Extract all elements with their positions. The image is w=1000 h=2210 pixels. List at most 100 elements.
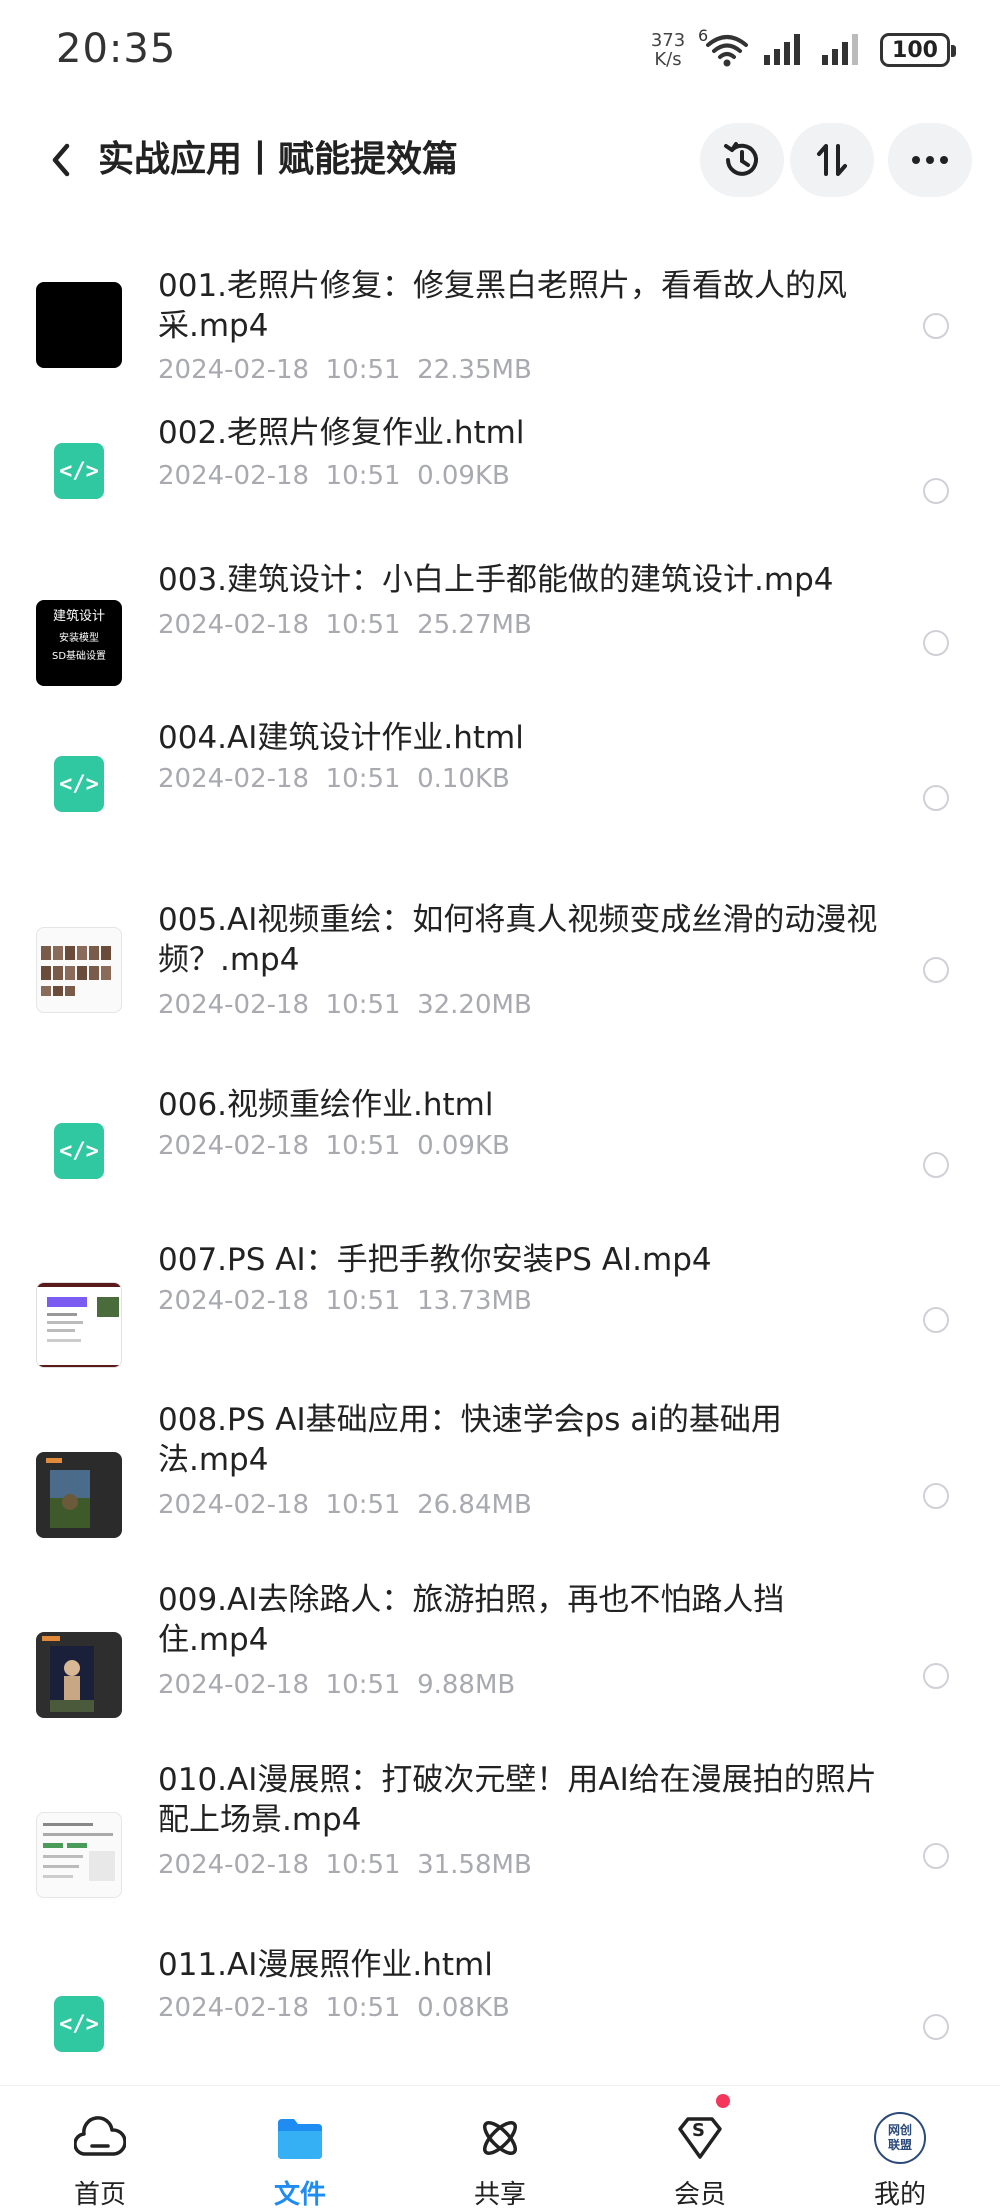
file-meta: 2024-02-18 10:51 0.08KB [158,1993,510,2023]
video-thumbnail [36,927,122,1013]
thumb-text-line: SD基础设置 [51,651,107,662]
status-time: 20:35 [56,26,177,72]
list-item[interactable]: </> 006.视频重绘作业.html 2024-02-18 10:51 0.0… [0,1085,1000,1235]
status-icons: 373 K/s 6 100 [646,26,956,72]
chevron-left-icon [52,143,70,177]
bottom-nav: 首页 文件 共享 S 会员 网创 联盟 我的 [0,2085,1000,2210]
file-meta: 2024-02-18 10:51 26.84MB [158,1490,532,1520]
file-name: 004.AI建筑设计作业.html [158,720,524,756]
file-name: 002.老照片修复作业.html [158,415,525,451]
html-file-icon: </> [54,1996,104,2052]
nav-label: 会员 [673,2180,726,2210]
back-button[interactable] [36,135,86,185]
select-checkbox[interactable] [923,1483,949,1509]
list-item[interactable]: 010.AI漫展照：打破次元壁！用AI给在漫展拍的照片配上场景.mp4 2024… [0,1755,1000,1925]
home-cloud-icon [74,2112,126,2164]
video-thumbnail [36,1632,122,1718]
thumb-text-line: 安装模型 [59,633,99,644]
thumb-text-line: 建筑设计 [52,609,105,624]
nav-files[interactable]: 文件 [230,2086,370,2210]
sort-icon [817,144,847,176]
avatar-text-line: 联盟 [887,2138,912,2152]
folder-icon [274,2112,326,2164]
file-meta: 2024-02-18 10:51 0.10KB [158,764,510,794]
avatar: 网创 联盟 [874,2112,926,2164]
select-checkbox[interactable] [923,313,949,339]
header: 实战应用丨赋能提效篇 [0,115,1000,205]
nav-home[interactable]: 首页 [30,2086,170,2210]
select-checkbox[interactable] [923,957,949,983]
list-item[interactable]: </> 002.老照片修复作业.html 2024-02-18 10:51 0.… [0,405,1000,555]
wifi-icon: 6 [698,26,750,68]
nav-label: 文件 [273,2180,326,2210]
file-name: 010.AI漫展照：打破次元壁！用AI给在漫展拍的照片配上场景.mp4 [158,1762,877,1838]
video-thumbnail [36,282,122,368]
html-icon-glyph: </> [59,1138,99,1164]
profile-avatar-icon: 网创 联盟 [874,2112,926,2164]
select-checkbox[interactable] [923,1307,949,1333]
app-root: 20:35 373 K/s 6 100 实战应用丨赋能提效篇 001.老照片修复… [0,0,1000,2210]
network-speed-unit: K/s [654,49,682,70]
file-meta: 2024-02-18 10:51 13.73MB [158,1286,532,1316]
file-meta: 2024-02-18 10:51 0.09KB [158,461,510,491]
list-item[interactable]: 001.老照片修复：修复黑白老照片，看看故人的风采.mp4 2024-02-18… [0,240,1000,390]
more-dots-icon [912,156,948,164]
list-item[interactable]: 007.PS AI：手把手教你安装PS AI.mp4 2024-02-18 10… [0,1240,1000,1390]
file-meta: 2024-02-18 10:51 22.35MB [158,355,532,385]
select-checkbox[interactable] [923,2014,949,2040]
select-checkbox[interactable] [923,630,949,656]
video-thumbnail: 建筑设计 安装模型 SD基础设置 [36,600,122,686]
nav-share[interactable]: 共享 [430,2086,570,2210]
nav-vip[interactable]: S 会员 [630,2086,770,2210]
battery-icon: 100 [880,33,956,67]
file-name: 007.PS AI：手把手教你安装PS AI.mp4 [158,1242,712,1278]
html-icon-glyph: </> [59,2011,99,2037]
select-checkbox[interactable] [923,1152,949,1178]
list-item[interactable]: </> 011.AI漫展照作业.html 2024-02-18 10:51 0.… [0,1940,1000,2090]
html-icon-glyph: </> [59,458,99,484]
wifi-badge: 6 [698,26,709,45]
nav-profile[interactable]: 网创 联盟 我的 [830,2086,970,2210]
file-name: 008.PS AI基础应用：快速学会ps ai的基础用法.mp4 [158,1402,782,1478]
list-item[interactable]: 建筑设计 安装模型 SD基础设置 003.建筑设计：小白上手都能做的建筑设计.m… [0,560,1000,710]
network-speed: 373 K/s [646,31,690,69]
select-checkbox[interactable] [923,1843,949,1869]
signal-icon-2 [822,31,866,69]
battery-level: 100 [892,37,938,63]
sort-button[interactable] [790,123,874,197]
video-thumbnail [36,1812,122,1898]
file-name: 009.AI去除路人：旅游拍照，再也不怕路人挡住.mp4 [158,1582,785,1658]
select-checkbox[interactable] [923,785,949,811]
nav-label: 共享 [473,2180,526,2210]
history-button[interactable] [700,123,784,197]
file-name: 011.AI漫展照作业.html [158,1947,493,1983]
select-checkbox[interactable] [923,1663,949,1689]
list-item[interactable]: 009.AI去除路人：旅游拍照，再也不怕路人挡住.mp4 2024-02-18 … [0,1575,1000,1745]
html-icon-glyph: </> [59,771,99,797]
select-checkbox[interactable] [923,478,949,504]
avatar-text-line: 网创 [887,2123,912,2137]
video-thumbnail [36,1282,122,1368]
status-bar: 20:35 373 K/s 6 100 [0,0,1000,100]
network-speed-value: 373 [650,30,686,51]
file-meta: 2024-02-18 10:51 0.09KB [158,1131,510,1161]
vip-icon-letter: S [692,2120,705,2141]
file-meta: 2024-02-18 10:51 31.58MB [158,1850,532,1880]
notification-dot [716,2094,730,2108]
html-file-icon: </> [54,1123,104,1179]
file-name: 001.老照片修复：修复黑白老照片，看看故人的风采.mp4 [158,268,848,344]
list-item[interactable]: </> 004.AI建筑设计作业.html 2024-02-18 10:51 0… [0,718,1000,868]
list-item[interactable]: 008.PS AI基础应用：快速学会ps ai的基础用法.mp4 2024-02… [0,1395,1000,1565]
nav-label: 我的 [873,2180,926,2210]
list-item[interactable]: 005.AI视频重绘：如何将真人视频变成丝滑的动漫视频？.mp4 2024-02… [0,900,1000,1050]
html-file-icon: </> [54,756,104,812]
video-thumbnail [36,1452,122,1538]
page-title: 实战应用丨赋能提效篇 [98,139,459,180]
vip-diamond-icon: S [674,2112,726,2164]
file-meta: 2024-02-18 10:51 9.88MB [158,1670,516,1700]
history-clock-icon [724,142,758,176]
file-name: 003.建筑设计：小白上手都能做的建筑设计.mp4 [158,562,834,598]
file-meta: 2024-02-18 10:51 25.27MB [158,610,532,640]
more-button[interactable] [888,123,972,197]
nav-label: 首页 [73,2180,126,2210]
